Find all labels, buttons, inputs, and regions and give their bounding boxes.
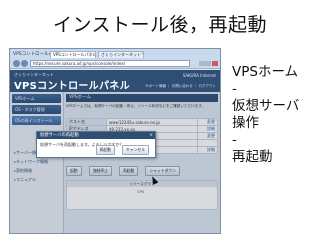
reboot-dialog: 仮想サーバの再起動 × 仮想サーバを再起動します。よろしいですか？ 再起動 キャ… bbox=[36, 131, 156, 158]
step-item: 仮想サーバ bbox=[232, 98, 300, 114]
step-separator: - bbox=[232, 132, 237, 148]
dialog-buttons: 再起動 キャンセル bbox=[95, 136, 151, 155]
header-logo: SAKURA Internet bbox=[182, 73, 216, 78]
browser-tab-1[interactable]: VPSコントロールパネル bbox=[50, 51, 96, 58]
slide-title: インストール後，再起動 bbox=[52, 14, 268, 36]
minimize-icon[interactable] bbox=[198, 61, 205, 66]
step-item: 操作 bbox=[232, 115, 259, 131]
app-header: さくらインターネット VPSコントロールパネル SAKURA Internet … bbox=[10, 70, 220, 92]
step-separator: - bbox=[232, 81, 237, 97]
modal-overlay bbox=[10, 92, 220, 233]
cancel-button[interactable]: キャンセル bbox=[122, 145, 149, 155]
forward-button[interactable] bbox=[21, 60, 28, 67]
step-item: VPSホーム bbox=[232, 64, 299, 80]
maximize-icon[interactable] bbox=[205, 61, 211, 66]
browser-screenshot: VPSコントロールパネル VPSコントロールパネル さくらインターネット VPS… bbox=[9, 48, 221, 234]
browser-chrome: VPSコントロールパネル VPSコントロールパネル さくらインターネット VPS… bbox=[10, 49, 220, 69]
window-controls bbox=[198, 51, 218, 66]
app-title: VPSコントロールパネル bbox=[14, 81, 130, 92]
browser-tab-2[interactable]: さくらインターネット VPS bbox=[98, 51, 144, 58]
address-bar[interactable]: https://secure.sakura.ad.jp/vps/console/… bbox=[30, 60, 190, 67]
close-icon[interactable] bbox=[211, 61, 218, 66]
confirm-reboot-button[interactable]: 再起動 bbox=[95, 145, 115, 155]
steps-list: VPSホーム - 仮想サーバ 操作 - 再起動 bbox=[232, 64, 318, 166]
step-item: 再起動 bbox=[232, 149, 273, 165]
back-button[interactable] bbox=[13, 60, 20, 67]
header-nav[interactable]: サポート情報 ｜ お問い合わせ ｜ ログアウト bbox=[145, 84, 216, 89]
